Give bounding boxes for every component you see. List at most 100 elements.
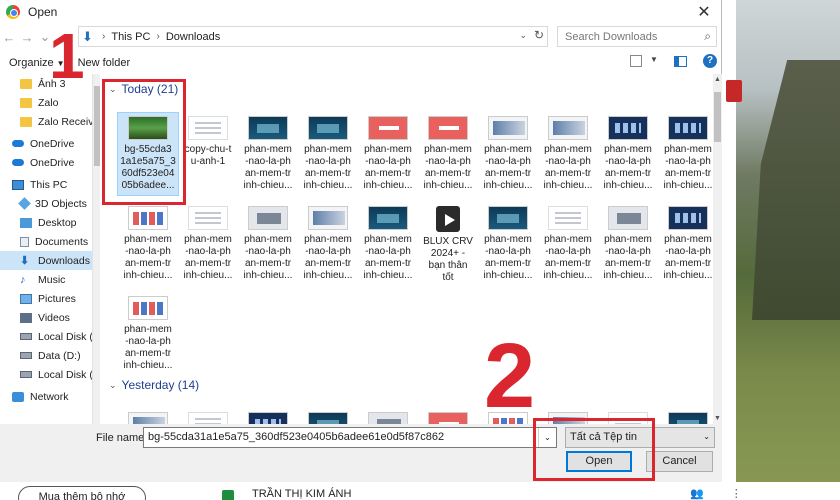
back-arrow-icon[interactable]: ←	[0, 30, 18, 45]
new-folder-button[interactable]: New folder	[78, 57, 131, 69]
file-name-input[interactable]: bg-55cda31a1e5a75_360df523e0405b6adee61e…	[143, 427, 557, 448]
preview-pane-icon[interactable]	[674, 56, 687, 67]
navigation-scrollbar[interactable]	[92, 74, 100, 424]
breadcrumb-this-pc[interactable]: This PC	[111, 31, 150, 43]
file-name-line: inh-chieu...	[543, 270, 593, 281]
group-header-yesterday[interactable]: ⌄ Yesterday (14)	[109, 376, 199, 394]
file-thumbnail	[368, 116, 408, 140]
file-item[interactable]: phan-mem -nao-la-ph an-mem-tr inh-chieu...	[359, 116, 417, 192]
file-thumbnail[interactable]	[188, 412, 228, 424]
file-name-line: an-mem-tr	[364, 168, 412, 179]
file-thumbnail[interactable]	[428, 412, 468, 424]
chevron-down-icon: ⌄	[703, 432, 710, 441]
file-thumbnail[interactable]	[308, 412, 348, 424]
file-name-line: -nao-la-ph	[665, 156, 711, 167]
sidebar-item[interactable]: Local Disk (E:)	[0, 365, 92, 384]
file-name-line: inh-chieu...	[363, 270, 413, 281]
file-item[interactable]: phan-mem -nao-la-ph an-mem-tr inh-chieu...	[599, 116, 657, 192]
file-name: phan-mem -nao-la-ph an-mem-tr inh-chieu...	[659, 144, 713, 192]
browser-bottom-strip: Mua thêm bộ nhớ TRẦN THỊ KIM ÁNH 👥 ⋮	[0, 482, 840, 500]
file-name-line: phan-mem	[304, 144, 352, 155]
file-name-line: an-mem-tr	[364, 258, 412, 269]
title-bar: Open ✕	[0, 0, 721, 24]
close-icon[interactable]: ✕	[687, 0, 721, 24]
file-name: phan-mem -nao-la-ph an-mem-tr inh-chieu...	[179, 234, 237, 282]
sidebar-item[interactable]: Zalo	[0, 93, 92, 112]
file-item[interactable]: phan-mem -nao-la-ph an-mem-tr inh-chieu...	[659, 206, 713, 282]
file-item[interactable]: phan-mem -nao-la-ph an-mem-tr inh-chieu...	[179, 206, 237, 282]
file-thumbnail	[668, 116, 708, 140]
command-toolbar: Organize ▼ New folder ▼ ?	[0, 52, 722, 74]
file-thumbnail	[608, 206, 648, 230]
file-item[interactable]: phan-mem -nao-la-ph an-mem-tr inh-chieu...	[299, 206, 357, 282]
file-thumbnail	[436, 206, 460, 232]
share-icon[interactable]: 👥 ⋮	[690, 487, 754, 500]
sidebar-item[interactable]: Data (D:)	[0, 346, 92, 365]
file-name-line: inh-chieu...	[123, 360, 173, 371]
sidebar-item[interactable]: ⬇ Downloads	[0, 251, 92, 270]
file-thumbnail	[548, 206, 588, 230]
scrollbar-thumb[interactable]	[94, 86, 100, 166]
download-icon: ⬇	[20, 254, 30, 267]
sidebar-item[interactable]: OneDrive	[0, 134, 92, 153]
file-thumbnail	[428, 116, 468, 140]
search-input[interactable]: Search Downloads ⌕	[557, 26, 717, 47]
file-item[interactable]: phan-mem -nao-la-ph an-mem-tr inh-chieu...	[119, 296, 177, 372]
file-item[interactable]: phan-mem -nao-la-ph an-mem-tr inh-chieu...	[479, 116, 537, 192]
file-name: phan-mem -nao-la-ph an-mem-tr inh-chieu...	[119, 324, 177, 372]
file-name-line: phan-mem	[244, 144, 292, 155]
refresh-icon[interactable]: ↻	[534, 28, 544, 42]
file-item[interactable]: phan-mem -nao-la-ph an-mem-tr inh-chieu...	[359, 206, 417, 282]
sidebar-item[interactable]: Videos	[0, 308, 92, 327]
file-thumbnail	[248, 206, 288, 230]
file-name-line: phan-mem	[304, 234, 352, 245]
step-number-2: 2	[484, 325, 536, 427]
file-list-scrollbar[interactable]: ▲ ▼	[713, 74, 722, 424]
file-thumbnail[interactable]	[368, 412, 408, 424]
sidebar-item[interactable]: Pictures	[0, 289, 92, 308]
file-name-line: an-mem-tr	[484, 258, 532, 269]
file-name-line: inh-chieu...	[603, 180, 653, 191]
sidebar-item-label: Data (D:)	[38, 349, 81, 362]
scroll-up-icon[interactable]: ▲	[714, 76, 721, 83]
file-thumbnail[interactable]	[668, 412, 708, 424]
sidebar-item[interactable]: Documents	[0, 232, 92, 251]
file-thumbnail[interactable]	[128, 412, 168, 424]
scrollbar-thumb[interactable]	[714, 92, 721, 142]
file-thumbnail[interactable]	[248, 412, 288, 424]
file-name-line: inh-chieu...	[183, 270, 233, 281]
sidebar-item[interactable]: Desktop	[0, 213, 92, 232]
sidebar-item[interactable]: Network	[0, 387, 92, 406]
file-item[interactable]: phan-mem -nao-la-ph an-mem-tr inh-chieu...	[299, 116, 357, 192]
file-thumbnail	[128, 206, 168, 230]
help-icon[interactable]: ?	[703, 54, 717, 68]
view-options-icon[interactable]	[630, 55, 642, 67]
buy-storage-button[interactable]: Mua thêm bộ nhớ	[18, 486, 146, 500]
file-item[interactable]: phan-mem -nao-la-ph an-mem-tr inh-chieu...	[239, 206, 297, 282]
scroll-down-icon[interactable]: ▼	[714, 415, 721, 422]
cancel-button[interactable]: Cancel	[646, 451, 713, 472]
file-item[interactable]: BLUX CRV 2024+ - bạn thân tốt	[419, 206, 477, 284]
file-item[interactable]: phan-mem -nao-la-ph an-mem-tr inh-chieu...	[239, 116, 297, 192]
file-item[interactable]: phan-mem -nao-la-ph an-mem-tr inh-chieu...	[419, 116, 477, 192]
sidebar-item[interactable]: 3D Objects	[0, 194, 92, 213]
file-item[interactable]: copy-chu-t u-anh-1	[179, 116, 237, 168]
file-name-line: -nao-la-ph	[605, 246, 651, 257]
breadcrumb-downloads[interactable]: Downloads	[166, 31, 220, 43]
file-item[interactable]: phan-mem -nao-la-ph an-mem-tr inh-chieu...	[659, 116, 713, 192]
file-item[interactable]: phan-mem -nao-la-ph an-mem-tr inh-chieu...	[479, 206, 537, 282]
sidebar-item[interactable]: Local Disk (C:)	[0, 327, 92, 346]
sidebar-item[interactable]: ♪ Music	[0, 270, 92, 289]
sidebar-item[interactable]: OneDrive	[0, 153, 92, 172]
file-item[interactable]: phan-mem -nao-la-ph an-mem-tr inh-chieu...	[599, 206, 657, 282]
chevron-down-icon[interactable]: ▼	[650, 55, 658, 64]
sidebar-item[interactable]: This PC	[0, 175, 92, 194]
address-bar[interactable]: ⬇ › This PC › Downloads ⌄ ↻	[78, 26, 548, 47]
forward-arrow-icon[interactable]: →	[18, 30, 36, 45]
computer-icon	[12, 179, 24, 190]
sidebar-item[interactable]: Zalo Received	[0, 112, 92, 131]
chevron-down-icon[interactable]: ⌄	[519, 30, 527, 41]
file-item[interactable]: phan-mem -nao-la-ph an-mem-tr inh-chieu...	[539, 206, 597, 282]
file-item[interactable]: phan-mem -nao-la-ph an-mem-tr inh-chieu...	[539, 116, 597, 192]
file-item[interactable]: phan-mem -nao-la-ph an-mem-tr inh-chieu...	[119, 206, 177, 282]
